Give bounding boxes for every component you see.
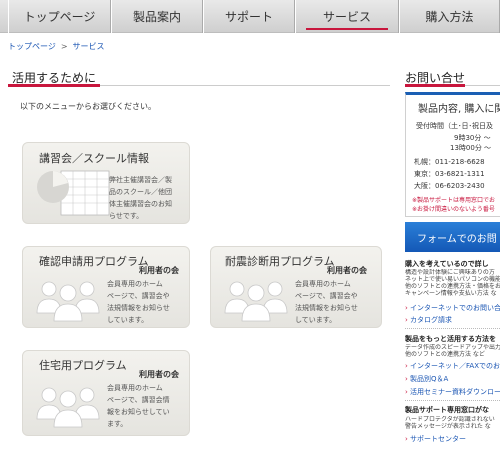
users-group-icon <box>36 387 100 428</box>
hours-text: 受付時間（土･日･祝日及 <box>416 122 493 130</box>
side-link-internet-fax[interactable]: インターネット／FAXでのお <box>405 361 500 371</box>
card-seminar[interactable]: 講習会／スクール情報 弊社主催講習会／製 品のスクール／他団 体主催講習会のお知 らせ… <box>22 142 190 224</box>
card-title: 住宅用プログラム <box>39 359 127 372</box>
card-subtitle: 利用者の会 <box>139 370 179 379</box>
hours-pm: 13時00分 ～ <box>450 144 492 152</box>
users-group-icon <box>36 281 100 322</box>
card-description: 弊社主催講習会／製 品のスクール／他団 体主催講習会のお知 らせです。 <box>109 176 172 220</box>
card-approval-program[interactable]: 確認申請用プログラム 利用者の会 会員専用のホーム ページで、講習会や 法規情報をお… <box>22 246 190 328</box>
global-nav: トップページ 製品案内 サポート サービス 購入方法 <box>0 0 500 33</box>
card-subtitle: 利用者の会 <box>327 266 367 275</box>
side-heading-usage: 製品をもっと活用する方法を <box>405 335 496 343</box>
side-text: ハードプロテクタが認識されない 警告メッセージが表示された な <box>405 416 495 430</box>
contact-form-button[interactable]: フォームでのお問 <box>405 222 500 252</box>
side-heading-purchase: 購入を考えているので詳し <box>405 260 489 268</box>
side-link-seminar-docs[interactable]: 活用セミナー資料ダウンロー <box>405 387 500 397</box>
breadcrumb-current[interactable]: サービス <box>73 42 105 51</box>
divider <box>405 328 500 329</box>
nav-item-purchase[interactable]: 購入方法 <box>399 0 500 33</box>
breadcrumb-separator: > <box>60 42 68 51</box>
contact-box: 製品内容, 購入に関 受付時間（土･日･祝日及 9時30分 ～ 13時00分 ～… <box>405 92 500 217</box>
side-link-catalog[interactable]: カタログ請求 <box>405 315 500 325</box>
card-description: 会員専用のホーム ページで、講習会や 法規情報をお知らせ しています。 <box>295 280 358 324</box>
hours-am: 9時30分 ～ <box>454 134 491 142</box>
card-subtitle: 利用者の会 <box>139 266 179 275</box>
side-text: データ作成のスピードアップや出力 他のソフトとの連携方法 など <box>405 344 500 358</box>
contact-note: ※製品サポートは専用窓口でお <box>412 197 496 204</box>
nav-item-support[interactable]: サポート <box>203 0 295 33</box>
breadcrumb: トップページ > サービス <box>8 41 105 52</box>
nav-item-service[interactable]: サービス <box>295 0 399 33</box>
breadcrumb-home[interactable]: トップページ <box>8 42 56 51</box>
divider <box>405 400 500 401</box>
users-group-icon <box>224 281 288 322</box>
card-housing-program[interactable]: 住宅用プログラム 利用者の会 会員専用のホーム ページで、講習会情 報をお知らせして… <box>22 350 190 436</box>
phone-osaka[interactable]: 大阪：06-6203-2430 <box>414 181 485 191</box>
spreadsheet-chart-icon <box>37 170 110 216</box>
phone-tokyo[interactable]: 東京：03-6821-1311 <box>414 169 485 179</box>
contact-underline <box>405 84 500 87</box>
side-link-faq[interactable]: 製品別Q＆A <box>405 374 500 384</box>
contact-box-title: 製品内容, 購入に関 <box>418 104 500 115</box>
phone-sapporo[interactable]: 札幌：011-218-6628 <box>414 157 485 167</box>
card-seismic-program[interactable]: 耐震診断用プログラム 利用者の会 会員専用のホーム ページで、講習会や 法規情報をお… <box>210 246 382 328</box>
card-title: 講習会／スクール情報 <box>39 152 149 165</box>
card-title: 耐震診断用プログラム <box>225 255 335 268</box>
card-description: 会員専用のホーム ページで、講習会や 法規情報をお知らせ しています。 <box>107 280 170 324</box>
title-underline <box>8 84 390 87</box>
side-heading-support: 製品サポート専用窓口がな <box>405 406 489 414</box>
lead-text: 以下のメニューからお選びください。 <box>20 102 156 111</box>
side-link-inquiry[interactable]: インターネットでのお問い合 <box>405 303 500 313</box>
nav-item-products[interactable]: 製品案内 <box>111 0 203 33</box>
card-description: 会員専用のホーム ページで、講習会情 報をお知らせしてい ます。 <box>107 384 170 428</box>
side-link-support-center[interactable]: サポートセンター <box>405 434 500 444</box>
contact-note: ※お掛け間違いのないよう番号 <box>412 206 495 213</box>
side-text: 構造や設計体験にご興味ありの方 ネット上で使い易いパソコンの機能が 他のソフトとの連… <box>405 269 500 297</box>
nav-item-top[interactable]: トップページ <box>8 0 111 33</box>
card-title: 確認申請用プログラム <box>39 255 149 268</box>
